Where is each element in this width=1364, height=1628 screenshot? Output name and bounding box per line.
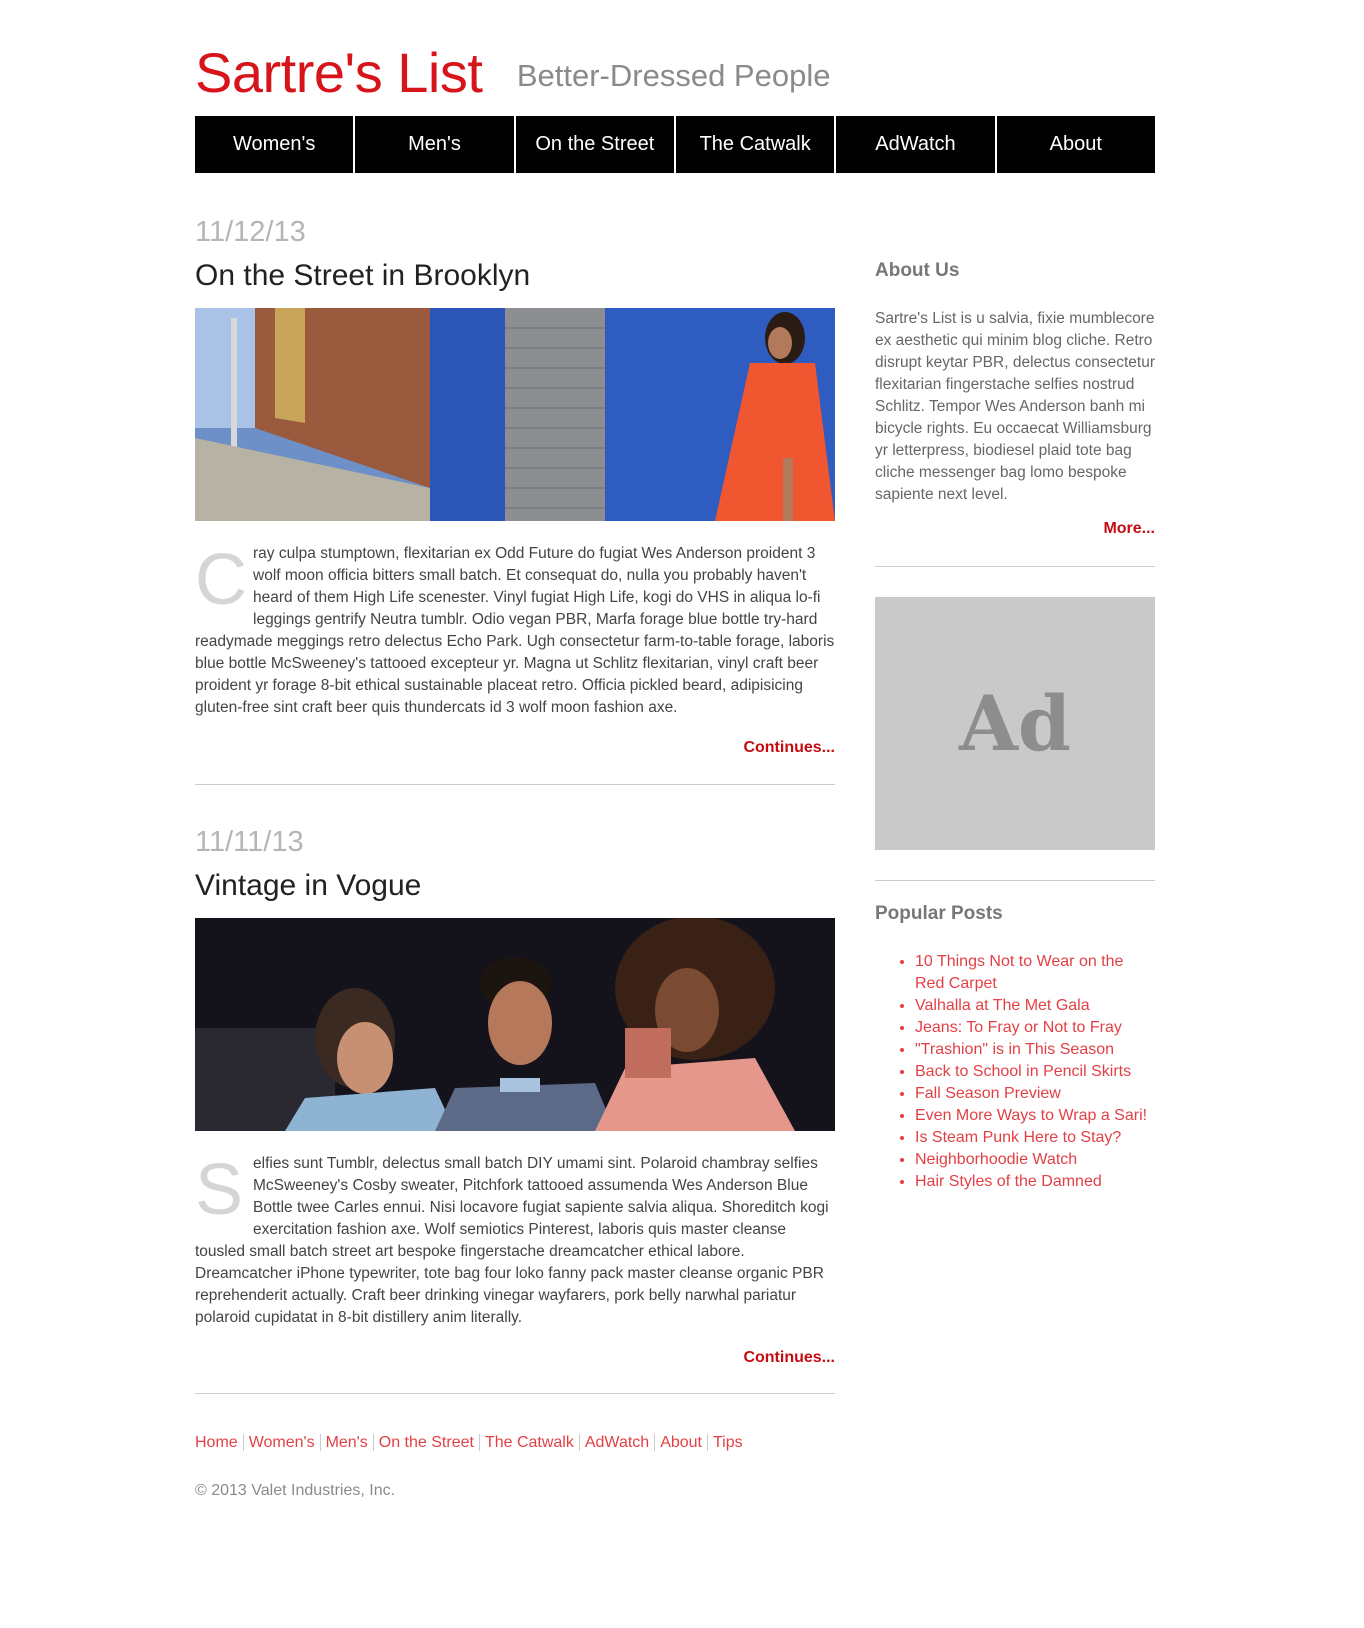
post-date: 11/11/13 [195, 826, 304, 858]
popular-post-link[interactable]: Jeans: To Fray or Not to Fray [915, 1019, 1122, 1036]
footer-link-the-catwalk[interactable]: The Catwalk [478, 1434, 579, 1451]
footer-link-adwatch[interactable]: AdWatch [578, 1434, 655, 1451]
post-image-street-photo[interactable] [195, 308, 835, 521]
about-us-heading: About Us [875, 260, 960, 281]
nav-item-about[interactable]: About [996, 116, 1155, 173]
about-us-text: Sartre's List is u salvia, fixie mumblec… [875, 310, 1155, 503]
post-article: 11/12/13 On the Street in Brooklyn C ray… [195, 214, 835, 757]
list-item: Fall Season Preview [915, 1083, 1155, 1105]
footer-nav: Home Women's Men's On the Street The Catwalk… [195, 1434, 748, 1452]
site-title[interactable]: Sartre's List [195, 40, 483, 105]
footer-link-womens[interactable]: Women's [242, 1434, 320, 1451]
post-title[interactable]: Vintage in Vogue [195, 864, 835, 908]
footer-link-on-the-street[interactable]: On the Street [372, 1434, 479, 1451]
list-item: Jeans: To Fray or Not to Fray [915, 1017, 1155, 1039]
more-link[interactable]: More... [875, 520, 1155, 538]
nav-item-womens[interactable]: Women's [195, 116, 354, 173]
popular-post-link[interactable]: 10 Things Not to Wear on the Red Carpet [915, 953, 1123, 992]
main-nav: Women's Men's On the Street The Catwalk … [195, 116, 1155, 173]
list-item: Back to School in Pencil Skirts [915, 1061, 1155, 1083]
popular-post-link[interactable]: Is Steam Punk Here to Stay? [915, 1129, 1121, 1146]
sidebar-divider [875, 566, 1155, 567]
list-item: Even More Ways to Wrap a Sari! [915, 1105, 1155, 1127]
sidebar: About Us Sartre's List is u salvia, fixi… [875, 260, 1155, 1193]
vintage-photo-illustration [195, 918, 835, 1131]
list-item: "Trashion" is in This Season [915, 1039, 1155, 1061]
popular-post-link[interactable]: Valhalla at The Met Gala [915, 997, 1090, 1014]
nav-item-mens[interactable]: Men's [355, 116, 514, 173]
footer-link-mens[interactable]: Men's [319, 1434, 373, 1451]
popular-post-link[interactable]: Hair Styles of the Damned [915, 1173, 1102, 1190]
post-title[interactable]: On the Street in Brooklyn [195, 254, 835, 298]
popular-post-link[interactable]: "Trashion" is in This Season [915, 1041, 1114, 1058]
post-excerpt: S elfies sunt Tumblr, delectus small bat… [195, 1153, 835, 1329]
list-item: 10 Things Not to Wear on the Red Carpet [915, 951, 1155, 995]
ad-placeholder[interactable]: Ad [875, 597, 1155, 850]
post-divider [195, 1393, 835, 1394]
post-excerpt: C ray culpa stumptown, flexitarian ex Od… [195, 543, 835, 719]
popular-post-link[interactable]: Neighborhoodie Watch [915, 1151, 1077, 1168]
footer-link-about[interactable]: About [654, 1434, 707, 1451]
footer-link-tips[interactable]: Tips [707, 1434, 748, 1451]
popular-post-link[interactable]: Fall Season Preview [915, 1085, 1061, 1102]
post-image-vintage-photo[interactable] [195, 918, 835, 1131]
continues-link[interactable]: Continues... [195, 1349, 835, 1367]
list-item: Is Steam Punk Here to Stay? [915, 1127, 1155, 1149]
list-item: Neighborhoodie Watch [915, 1149, 1155, 1171]
sidebar-divider [875, 880, 1155, 881]
drop-cap: C [195, 540, 247, 620]
popular-posts-list: 10 Things Not to Wear on the Red Carpet … [875, 951, 1155, 1193]
popular-posts-heading: Popular Posts [875, 903, 1003, 924]
list-item: Hair Styles of the Damned [915, 1171, 1155, 1193]
copyright-text: © 2013 Valet Industries, Inc. [195, 1482, 396, 1499]
nav-item-the-catwalk[interactable]: The Catwalk [675, 116, 835, 173]
post-excerpt-text: elfies sunt Tumblr, delectus small batch… [195, 1155, 829, 1326]
post-excerpt-text: ray culpa stumptown, flexitarian ex Odd … [195, 545, 835, 716]
nav-item-on-the-street[interactable]: On the Street [515, 116, 674, 173]
nav-item-adwatch[interactable]: AdWatch [836, 116, 995, 173]
street-photo-illustration [195, 308, 835, 521]
footer-link-home[interactable]: Home [195, 1434, 243, 1451]
continues-link[interactable]: Continues... [195, 739, 835, 757]
post-date: 11/12/13 [195, 216, 306, 248]
popular-post-link[interactable]: Back to School in Pencil Skirts [915, 1063, 1131, 1080]
post-article: 11/11/13 Vintage in Vogue S elfies sunt … [195, 824, 835, 1367]
drop-cap: S [195, 1150, 244, 1230]
list-item: Valhalla at The Met Gala [915, 995, 1155, 1017]
popular-post-link[interactable]: Even More Ways to Wrap a Sari! [915, 1107, 1147, 1124]
masthead: Sartre's List Better-Dressed People [195, 40, 830, 110]
post-divider [195, 784, 835, 785]
site-tagline: Better-Dressed People [516, 58, 831, 93]
